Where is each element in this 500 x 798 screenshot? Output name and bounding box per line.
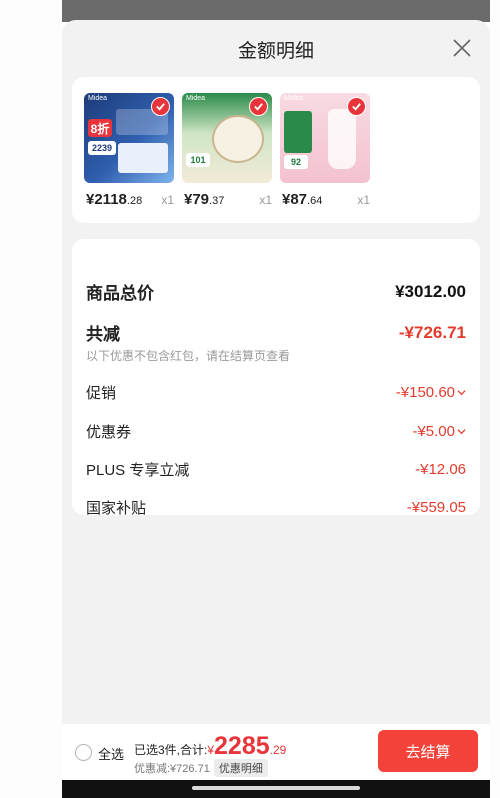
- amount-detail-sheet: 金额明细 Midea 8折 2239 ¥2118.28 x1 Midea 101…: [62, 20, 490, 724]
- discount-summary: 优惠减:¥726.71 优惠明细: [134, 759, 268, 777]
- total-reduction-value: -¥726.71: [398, 322, 466, 342]
- total-price-value: ¥3012.00: [395, 281, 466, 301]
- national-subsidy-row: 国家补贴 -¥559.05: [86, 497, 466, 518]
- product-image: Midea 8折 2239: [84, 93, 174, 183]
- system-navigation-bar: [62, 780, 490, 798]
- discount-detail-button[interactable]: 优惠明细: [213, 759, 268, 777]
- home-indicator[interactable]: [192, 786, 360, 790]
- product-price: ¥79.37: [184, 191, 225, 208]
- check-icon: [352, 103, 361, 111]
- background-page-right: [490, 0, 500, 798]
- national-subsidy-value: -¥559.05: [406, 499, 466, 516]
- selected-summary: 已选3件,合计:¥2285.29: [134, 732, 286, 761]
- total-price-label: 商品总价: [86, 284, 154, 303]
- plus-discount-value: -¥12.06: [415, 461, 466, 478]
- discount-badge: 8折: [88, 119, 112, 137]
- select-all-radio[interactable]: [75, 744, 92, 761]
- product-graphic: [284, 111, 312, 153]
- total-reduction-row: 共减 -¥726.71: [86, 320, 466, 345]
- product-image: Midea 101: [182, 93, 272, 183]
- image-price-tag: 2239: [88, 141, 116, 155]
- checkout-bar: 全选 已选3件,合计:¥2285.29 优惠减:¥726.71 优惠明细 去结算: [62, 724, 490, 780]
- product-price: ¥87.64: [282, 191, 323, 208]
- checkout-button[interactable]: 去结算: [378, 730, 478, 772]
- coupon-value: -¥5.00: [412, 423, 455, 440]
- total-reduction-label: 共减: [86, 325, 120, 344]
- discount-text: 优惠减:¥726.71: [134, 763, 210, 775]
- product-quantity: x1: [357, 193, 370, 207]
- product-quantity: x1: [259, 193, 272, 207]
- selected-products-card: Midea 8折 2239 ¥2118.28 x1 Midea 101 ¥79.…: [72, 77, 480, 223]
- plus-discount-row: PLUS 专享立减 -¥12.06: [86, 459, 466, 480]
- coupon-label: 优惠券: [86, 424, 132, 441]
- product-item[interactable]: Midea 92 ¥87.64 x1: [280, 93, 370, 208]
- promotion-label: 促销: [86, 385, 117, 402]
- blender-graphic: [328, 109, 356, 169]
- product-graphic: [118, 143, 168, 173]
- product-image: Midea 92: [280, 93, 370, 183]
- product-item[interactable]: Midea 8折 2239 ¥2118.28 x1: [84, 93, 174, 208]
- national-subsidy-label: 国家补贴: [86, 500, 147, 517]
- product-quantity: x1: [161, 193, 174, 207]
- selected-count-text: 已选3件,合计:: [134, 743, 208, 757]
- image-price-tag: 92: [284, 155, 308, 169]
- sum-integer: 2285: [214, 732, 270, 760]
- coupon-row[interactable]: 优惠券 -¥5.00: [86, 421, 466, 442]
- check-icon: [156, 103, 165, 111]
- close-button[interactable]: [450, 36, 474, 60]
- chevron-down-icon: [457, 427, 466, 436]
- product-price: ¥2118.28: [86, 191, 143, 208]
- chevron-down-icon: [457, 388, 466, 397]
- selected-check: [151, 97, 170, 116]
- product-graphic: [212, 115, 264, 163]
- select-all-label[interactable]: 全选: [98, 744, 124, 763]
- check-icon: [254, 103, 263, 111]
- product-item[interactable]: Midea 101 ¥79.37 x1: [182, 93, 272, 208]
- selected-check: [249, 97, 268, 116]
- promotion-value: -¥150.60: [395, 384, 455, 401]
- discount-note: 以下优惠不包含红包，请在结算页查看: [86, 349, 291, 363]
- background-page-left: [0, 0, 62, 798]
- total-price-row: 商品总价 ¥3012.00: [86, 279, 466, 304]
- price-details-card: 商品总价 ¥3012.00 共减 -¥726.71 以下优惠不包含红包，请在结算…: [72, 239, 480, 518]
- promotion-row[interactable]: 促销 -¥150.60: [86, 382, 466, 403]
- plus-discount-label: PLUS 专享立减: [86, 462, 190, 479]
- image-price-tag: 101: [186, 153, 210, 167]
- sheet-title: 金额明细: [237, 41, 314, 62]
- selected-check: [347, 97, 366, 116]
- sum-decimal: .29: [269, 743, 287, 757]
- close-icon: [453, 39, 471, 57]
- dim-overlay[interactable]: [62, 0, 490, 22]
